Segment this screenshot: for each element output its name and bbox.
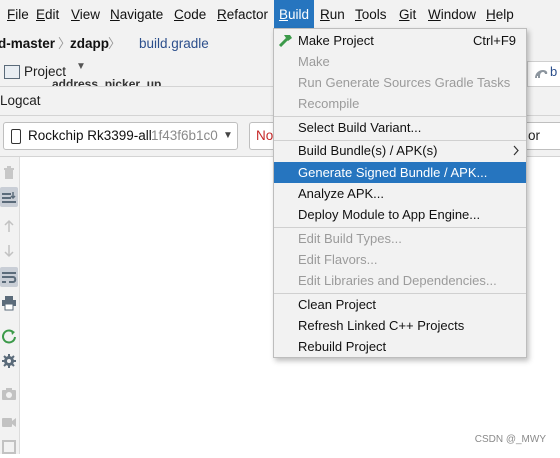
logcat-title: Logcat [0, 93, 41, 108]
menu-item-edit-build-types: Edit Build Types... [298, 231, 402, 246]
menu-tools[interactable]: Tools [353, 0, 389, 29]
menu-item-deploy-module[interactable]: Deploy Module to App Engine... [274, 204, 526, 225]
video-icon[interactable] [1, 414, 17, 430]
camera-icon[interactable] [1, 386, 17, 402]
menu-item-refresh-linked-cpp[interactable]: Refresh Linked C++ Projects [274, 315, 526, 336]
menu-item-recompile: Recompile [298, 96, 360, 111]
menu-file[interactable]: File [5, 0, 31, 29]
menu-git[interactable]: Git [397, 0, 418, 29]
menu-help[interactable]: Help [484, 0, 516, 29]
project-window-icon [4, 65, 20, 79]
editor-tab-label[interactable]: b [550, 64, 557, 79]
soft-wrap-icon [1, 269, 17, 285]
arrow-up-icon[interactable] [1, 218, 17, 234]
device-selector[interactable]: Rockchip Rk3399-all 1f43f6b1c0 ▼ [3, 122, 238, 150]
menu-item-generate-signed-bundle[interactable]: Generate Signed Bundle / APK... [274, 162, 526, 183]
breadcrumb-module[interactable]: zdapp [70, 29, 109, 58]
menu-refactor[interactable]: Refactor [215, 0, 270, 29]
menu-item-make: Make [298, 54, 330, 69]
device-serial: 1f43f6b1c0 [151, 128, 218, 143]
menu-item-edit-libraries: Edit Libraries and Dependencies... [298, 273, 497, 288]
menu-item-analyze-apk[interactable]: Analyze APK... [274, 183, 526, 204]
breadcrumb-root[interactable]: d-master [0, 29, 55, 58]
restart-icon[interactable] [1, 328, 17, 344]
breadcrumb-file[interactable]: build.gradle [139, 29, 209, 58]
log-filter-label: or [528, 128, 541, 143]
logcat-side-toolbar [0, 157, 20, 454]
dropdown-arrow-icon[interactable]: ▼ [76, 61, 86, 72]
help-icon[interactable] [1, 439, 17, 455]
device-name: Rockchip Rk3399-all [28, 128, 152, 143]
menu-item-make-project[interactable]: Make Project Ctrl+F9 [274, 30, 526, 51]
watermark: CSDN @_MWY [474, 434, 546, 445]
gear-icon[interactable] [1, 353, 17, 369]
menu-bar: File Edit View Navigate Code Refactor Bu… [0, 0, 560, 29]
arrow-down-icon[interactable] [1, 243, 17, 259]
menu-build[interactable]: Build [274, 0, 314, 29]
menu-item-select-build-variant[interactable]: Select Build Variant... [274, 117, 526, 138]
scroll-to-end-icon [1, 189, 17, 205]
process-selector-label: No [256, 128, 274, 143]
menu-run[interactable]: Run [318, 0, 347, 29]
menu-item-rebuild-project[interactable]: Rebuild Project [274, 336, 526, 357]
menu-code[interactable]: Code [172, 0, 208, 29]
phone-icon [11, 129, 21, 144]
menu-window[interactable]: Window [426, 0, 478, 29]
menu-item-run-generate-sources: Run Generate Sources Gradle Tasks [298, 75, 511, 90]
gradle-icon [533, 67, 549, 84]
print-icon[interactable] [1, 295, 17, 311]
menu-navigate[interactable]: Navigate [108, 0, 165, 29]
menu-item-edit-flavors: Edit Flavors... [298, 252, 378, 267]
build-menu-dropdown: Make Project Ctrl+F9 Make Run Generate S… [273, 28, 527, 358]
menu-view[interactable]: View [69, 0, 102, 29]
project-behind-text: address_picker_up [52, 78, 162, 86]
dropdown-arrow-icon: ▼ [223, 130, 233, 141]
menu-item-clean-project[interactable]: Clean Project [274, 294, 526, 315]
trash-icon[interactable] [1, 165, 17, 181]
log-filter-field[interactable]: or [524, 122, 560, 150]
menu-item-build-bundles-apks[interactable]: Build Bundle(s) / APK(s) [274, 140, 526, 161]
chevron-right-icon: 〉 [108, 36, 122, 51]
menu-edit[interactable]: Edit [34, 0, 61, 29]
